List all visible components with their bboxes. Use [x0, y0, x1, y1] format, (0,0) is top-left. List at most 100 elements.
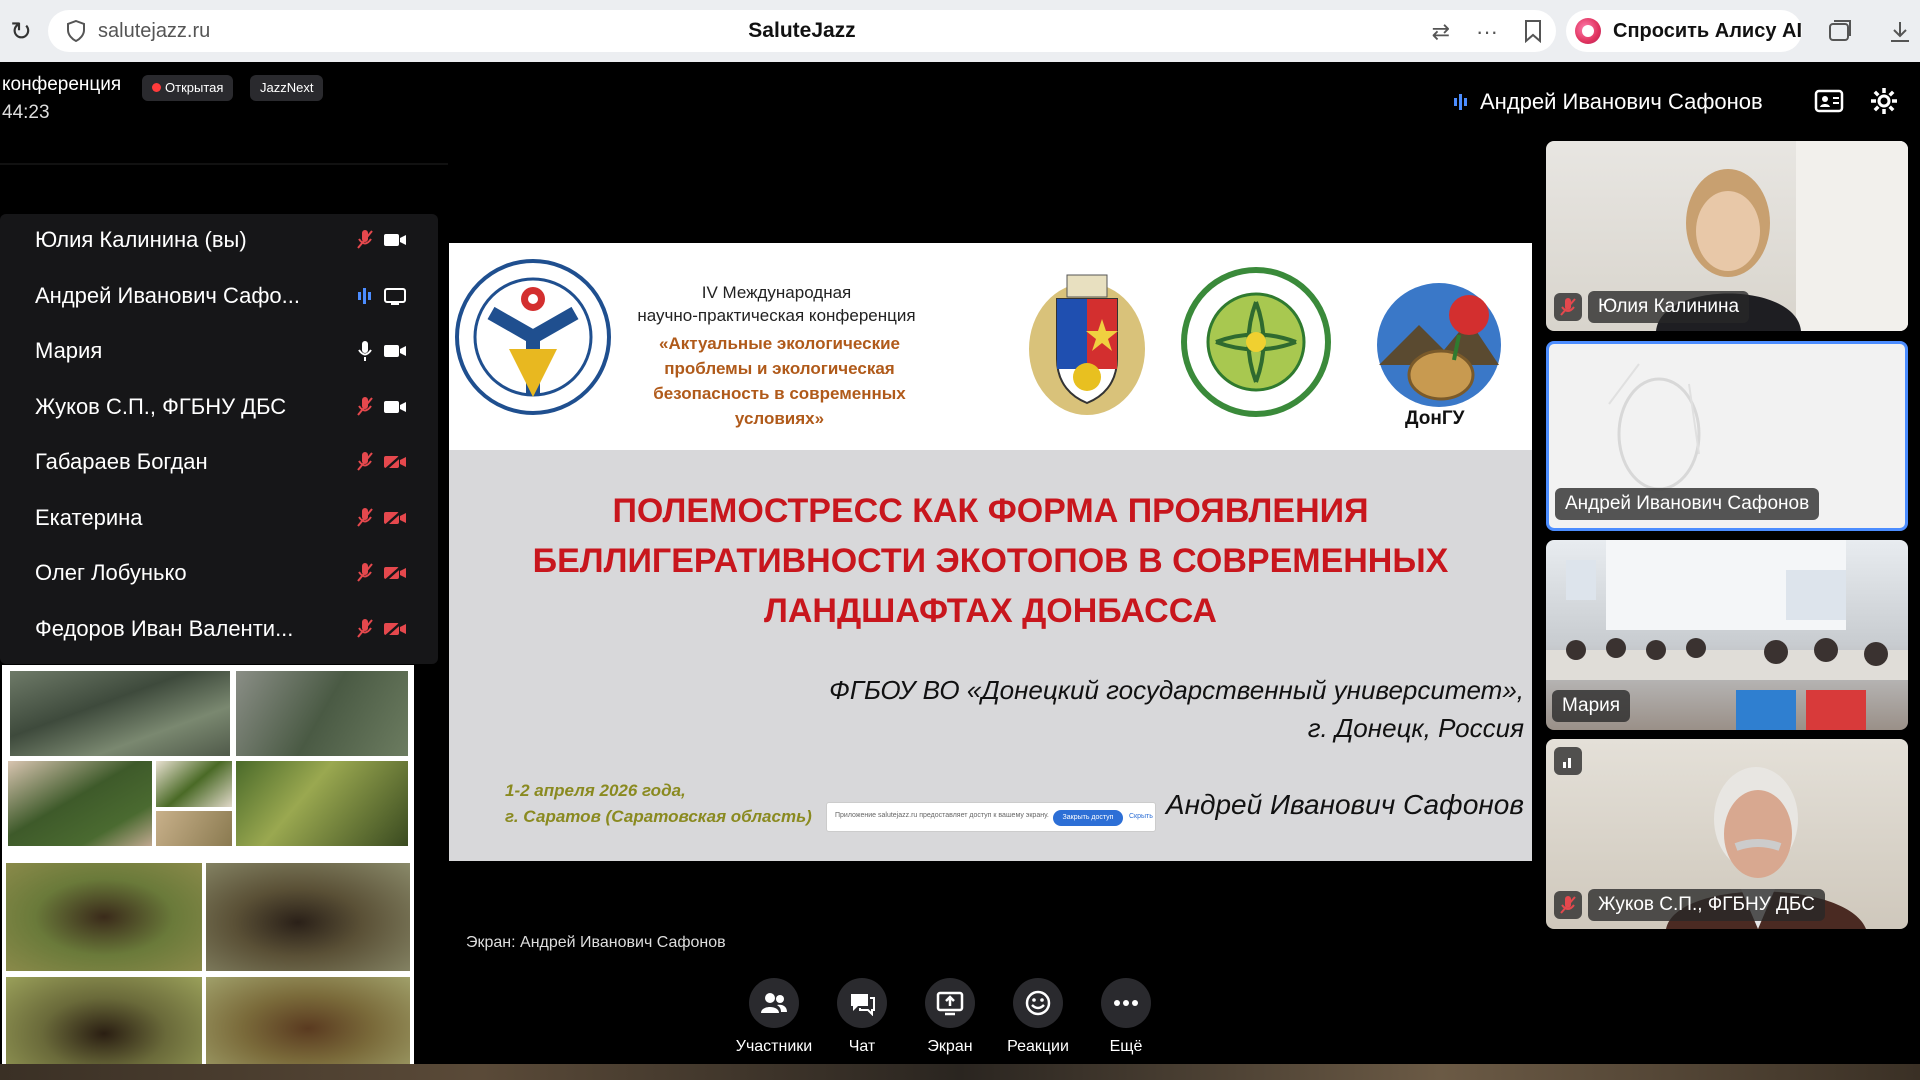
university-emblem-icon	[455, 259, 611, 415]
divider	[0, 163, 512, 165]
participant-row[interactable]: Федоров Иван Валенти...	[0, 603, 438, 658]
background-strip	[0, 1064, 1920, 1080]
participant-name: Федоров Иван Валенти...	[35, 615, 294, 641]
soil-photo	[206, 863, 410, 971]
participant-name: Олег Лобунько	[35, 560, 187, 585]
video-tile-active-speaker[interactable]: Андрей Иванович Сафонов	[1546, 341, 1908, 531]
participant-row[interactable]: Олег Лобунько	[0, 547, 438, 602]
conference-header: конференция Открытая JazzNext 44:23 Андр…	[0, 62, 1920, 132]
settings-gear-icon[interactable]	[1869, 86, 1899, 116]
botany-department-emblem-icon	[1377, 283, 1501, 407]
translate-icon[interactable]: ⇄	[1432, 19, 1450, 45]
reload-icon[interactable]: ↻	[6, 16, 36, 46]
reactions-icon	[1013, 978, 1063, 1028]
mic-off-icon[interactable]	[356, 450, 374, 474]
reactions-button[interactable]: Реакции	[994, 975, 1082, 1060]
screen-share-label: Экран: Андрей Иванович Сафонов	[466, 934, 726, 951]
participants-panel: Юлия Калинина (вы) Андрей Иванович Сафо..…	[0, 214, 438, 664]
mic-off-icon[interactable]	[356, 228, 374, 252]
participant-name: Екатерина	[35, 504, 143, 530]
participant-name: Мария	[35, 338, 103, 363]
ask-alice-button[interactable]: Спросить Алису AI	[1566, 10, 1802, 52]
moss-photo	[8, 761, 152, 846]
call-timer: 44:23	[2, 102, 50, 123]
open-badge: Открытая	[142, 75, 234, 101]
more-icon	[1101, 978, 1151, 1028]
participant-row[interactable]: Екатерина	[0, 492, 438, 547]
browser-toolbar: ↻ salutejazz.ru SaluteJazz ⇄ ··· Спросит…	[0, 0, 1920, 62]
download-icon[interactable]	[1886, 18, 1914, 46]
presentation-slide: IV Международная научно-практическая кон…	[449, 243, 1532, 861]
participants-icon	[749, 978, 799, 1028]
slide-title: ПОЛЕМОСТРЕСС КАК ФОРМА ПРОЯВЛЕНИЯ БЕЛЛИГ…	[532, 492, 1449, 630]
camera-off-icon[interactable]	[383, 563, 407, 583]
more-dots-icon[interactable]: ···	[1476, 19, 1498, 45]
biology-faculty-seal-icon	[1181, 267, 1331, 417]
soil-photo	[6, 863, 202, 971]
screen-share-label-text: Экран	[927, 1038, 973, 1055]
participant-row[interactable]: Мария	[0, 325, 438, 380]
alice-icon	[1575, 18, 1601, 44]
participant-row[interactable]: Габараев Богдан	[0, 436, 438, 491]
dongu-label: ДонГУ	[1405, 408, 1465, 429]
tile-participant-name: Мария	[1552, 690, 1631, 722]
moss-photo	[236, 761, 408, 846]
speaking-indicator-icon[interactable]	[356, 284, 374, 308]
participant-name: Андрей Иванович Сафо...	[35, 282, 300, 308]
tile-participant-name: Юлия Калинина	[1588, 291, 1750, 323]
conference-date: 1-2 апреля 2026 года, г. Саратов (Сарато…	[505, 781, 812, 826]
jazznext-badge: JazzNext	[250, 75, 324, 101]
participant-row[interactable]: Юлия Калинина (вы)	[0, 214, 438, 269]
tabs-icon[interactable]	[1826, 18, 1854, 46]
camera-off-icon[interactable]	[383, 452, 407, 472]
slide-header-band: IV Международная научно-практическая кон…	[449, 243, 1532, 450]
camera-off-icon[interactable]	[383, 508, 407, 528]
participants-button[interactable]: Участники	[730, 975, 818, 1060]
layout-icon[interactable]	[1814, 86, 1844, 116]
tile-participant-name: Жуков С.П., ФГБНУ ДБС	[1588, 889, 1825, 921]
camera-on-icon[interactable]	[383, 230, 407, 250]
participant-name: Жуков С.П., ФГБНУ ДБС	[35, 393, 287, 419]
moss-photo	[156, 811, 232, 846]
audio-level-icon	[1554, 747, 1582, 775]
ask-alice-label: Спросить Алису AI	[1613, 19, 1803, 42]
chat-button[interactable]: Чат	[818, 975, 906, 1060]
record-dot-icon	[152, 83, 161, 92]
bookmark-icon[interactable]	[1524, 19, 1542, 43]
stop-sharing-button[interactable]: Закрыть доступ	[1053, 810, 1123, 826]
chat-icon	[837, 978, 887, 1028]
share-notice-text: Приложение salutejazz.ru предоставляет д…	[835, 812, 1049, 819]
mic-off-icon	[1554, 293, 1582, 321]
mic-off-icon	[1554, 891, 1582, 919]
video-tile[interactable]: Юлия Калинина	[1546, 141, 1908, 331]
screen-icon[interactable]	[383, 286, 407, 306]
participant-row[interactable]: Андрей Иванович Сафо...	[0, 270, 438, 325]
mic-on-icon[interactable]	[356, 339, 374, 363]
address-bar[interactable]: salutejazz.ru SaluteJazz ⇄ ···	[48, 10, 1556, 52]
mic-off-icon[interactable]	[356, 561, 374, 585]
participants-label: Участники	[735, 1038, 813, 1055]
screen-share-button[interactable]: Экран	[906, 975, 994, 1060]
hide-notice-link[interactable]: Скрыть	[1129, 813, 1153, 820]
moss-photo	[236, 671, 408, 756]
author-name: Андрей Иванович Сафонов	[1165, 789, 1524, 820]
tile-participant-name: Андрей Иванович Сафонов	[1555, 488, 1820, 520]
mic-off-icon[interactable]	[356, 617, 374, 641]
camera-off-icon[interactable]	[383, 619, 407, 639]
mic-off-icon[interactable]	[356, 395, 374, 419]
mic-off-icon[interactable]	[356, 506, 374, 530]
page-title: SaluteJazz	[748, 19, 856, 42]
university-name: ФГБОУ ВО «Донецкий государственный униве…	[829, 675, 1524, 743]
camera-on-icon[interactable]	[383, 341, 407, 361]
slide-photos-preview	[2, 665, 414, 1080]
video-tile[interactable]: Жуков С.П., ФГБНУ ДБС	[1546, 739, 1908, 929]
participant-name: Юлия Калинина (вы)	[35, 227, 247, 252]
camera-on-icon[interactable]	[383, 397, 407, 417]
participant-row[interactable]: Жуков С.П., ФГБНУ ДБС	[0, 381, 438, 436]
screen-share-icon	[925, 978, 975, 1028]
reactions-label: Реакции	[1007, 1038, 1069, 1055]
video-tile[interactable]: Мария	[1546, 540, 1908, 730]
more-button[interactable]: Ещё	[1082, 975, 1170, 1060]
participant-name: Габараев Богдан	[35, 449, 208, 474]
speaking-indicator-icon	[1454, 94, 1467, 110]
